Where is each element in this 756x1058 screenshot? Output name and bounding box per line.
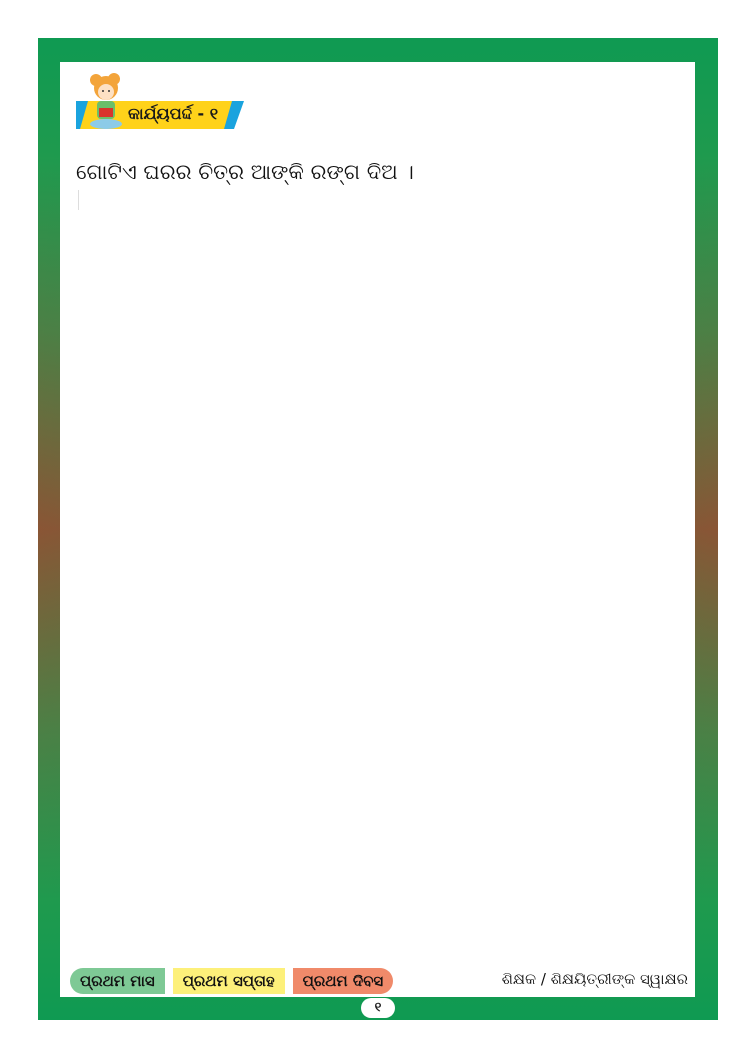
tag-week: ପ୍ରଥମ ସପ୍ତାହ — [172, 968, 285, 994]
instruction-text: ଗୋଟିଏ ଘରର ଚିତ୍ର ଆଙ୍କି ରଙ୍ଗ ଦିଅ । — [76, 160, 414, 184]
teacher-signature-label: ଶିକ୍ଷକ / ଶିକ୍ଷୟିତ୍ରୀଙ୍କ ସ୍ୱାକ୍ଷର — [501, 970, 688, 988]
worksheet-page — [60, 62, 695, 997]
margin-mark — [78, 190, 79, 210]
schedule-tags: ପ୍ରଥମ ମାସ ପ୍ରଥମ ସପ୍ତାହ ପ୍ରଥମ ଦିବସ — [70, 968, 394, 994]
page-number: ୧ — [361, 998, 395, 1018]
girl-reading-icon — [90, 73, 122, 129]
tag-month: ପ୍ରଥମ ମାସ — [70, 968, 165, 994]
tag-day: ପ୍ରଥମ ଦିବସ — [292, 968, 394, 994]
worksheet-title: କାର୍ଯ୍ୟପର୍ଦ୍ଦ - ୧ — [128, 104, 219, 123]
